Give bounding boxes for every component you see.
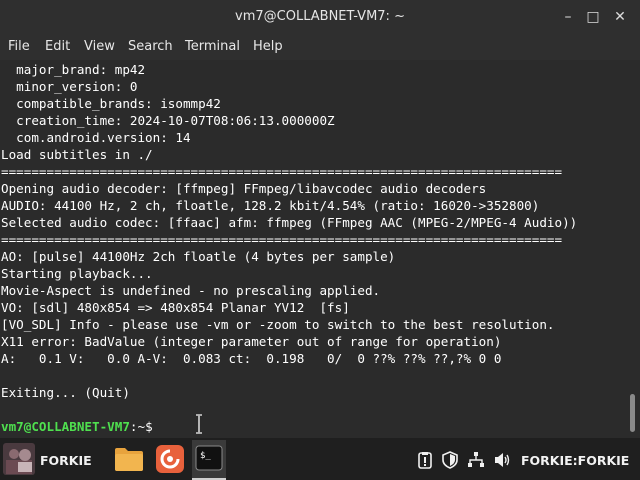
terminal-icon-glyph: $_ (200, 451, 211, 461)
terminal-line: ========================================… (1, 232, 563, 247)
terminal-line: Movie-Aspect is undefined - no prescalin… (1, 283, 381, 298)
terminal-line: X11 error: BadValue (integer parameter o… (1, 334, 502, 349)
session-user-label[interactable]: FORKIE:FORKIE (521, 453, 629, 468)
shell-prompt: vm7@COLLABNET-VM7:~$ (1, 418, 153, 435)
terminal-line: AO: [pulse] 44100Hz 2ch floatle (4 bytes… (1, 249, 396, 264)
taskbar: FORKIE $_ FORKIE:FORKIE (0, 438, 640, 480)
menu-bar: File Edit View Search Terminal Help (0, 34, 640, 60)
terminal-line: minor_version: 0 (1, 79, 138, 94)
firefox-launcher[interactable] (155, 444, 185, 474)
menu-file[interactable]: File (8, 39, 30, 54)
menu-view[interactable]: View (84, 39, 115, 54)
terminal-line: Load subtitles in ./ (1, 147, 153, 162)
terminal-line: major_brand: mp42 (1, 62, 146, 77)
scrollbar-thumb[interactable] (630, 394, 635, 432)
terminal-line: Selected audio codec: [ffaac] afm: ffmpe… (1, 215, 578, 230)
minimize-button[interactable]: – (557, 6, 579, 28)
title-bar[interactable]: vm7@COLLABNET-VM7: ~ – □ ✕ (0, 0, 640, 34)
terminal-line: Starting playback... (1, 266, 153, 281)
volume-icon[interactable] (493, 451, 511, 469)
menu-edit[interactable]: Edit (45, 39, 70, 54)
terminal-line: [VO_SDL] Info - please use -vm or -zoom … (1, 317, 555, 332)
terminal-line: compatible_brands: isommp42 (1, 96, 221, 111)
window-title: vm7@COLLABNET-VM7: ~ (235, 9, 405, 24)
start-menu-label[interactable]: FORKIE (40, 453, 92, 468)
close-button[interactable]: ✕ (609, 6, 631, 28)
terminal-line: creation_time: 2024-10-07T08:06:13.00000… (1, 113, 335, 128)
terminal-output[interactable]: major_brand: mp42 minor_version: 0 compa… (0, 60, 626, 438)
network-icon[interactable] (467, 451, 485, 469)
prompt-path: :~$ (129, 419, 153, 434)
terminal-line: AUDIO: 44100 Hz, 2 ch, floatle, 128.2 kb… (1, 198, 540, 213)
terminal-task-button[interactable]: $_ (192, 440, 226, 480)
terminal-window: vm7@COLLABNET-VM7: ~ – □ ✕ File Edit Vie… (0, 0, 640, 438)
start-menu-button[interactable] (2, 442, 36, 476)
menu-terminal[interactable]: Terminal (185, 39, 240, 54)
clipboard-icon[interactable] (416, 451, 434, 469)
terminal-icon: $_ (195, 445, 223, 471)
menu-search[interactable]: Search (128, 39, 173, 54)
menu-help[interactable]: Help (253, 39, 283, 54)
maximize-button[interactable]: □ (582, 6, 604, 28)
user-avatar-icon (3, 443, 35, 475)
firefox-icon (156, 445, 184, 473)
terminal-line: VO: [sdl] 480x854 => 480x854 Planar YV12… (1, 300, 350, 315)
terminal-line: ========================================… (1, 164, 563, 179)
shield-icon[interactable] (441, 451, 459, 469)
terminal-line: A: 0.1 V: 0.0 A-V: 0.083 ct: 0.198 0/ 0 … (1, 351, 502, 366)
terminal-line: Exiting... (Quit) (1, 385, 130, 400)
terminal-line: com.android.version: 14 (1, 130, 191, 145)
file-manager-launcher[interactable] (114, 446, 144, 472)
folder-icon (115, 448, 143, 471)
text-cursor-icon (196, 414, 202, 434)
prompt-user: vm7@COLLABNET-VM7 (1, 419, 130, 434)
terminal-line: Opening audio decoder: [ffmpeg] FFmpeg/l… (1, 181, 487, 196)
terminal-scrollbar[interactable] (626, 60, 640, 438)
